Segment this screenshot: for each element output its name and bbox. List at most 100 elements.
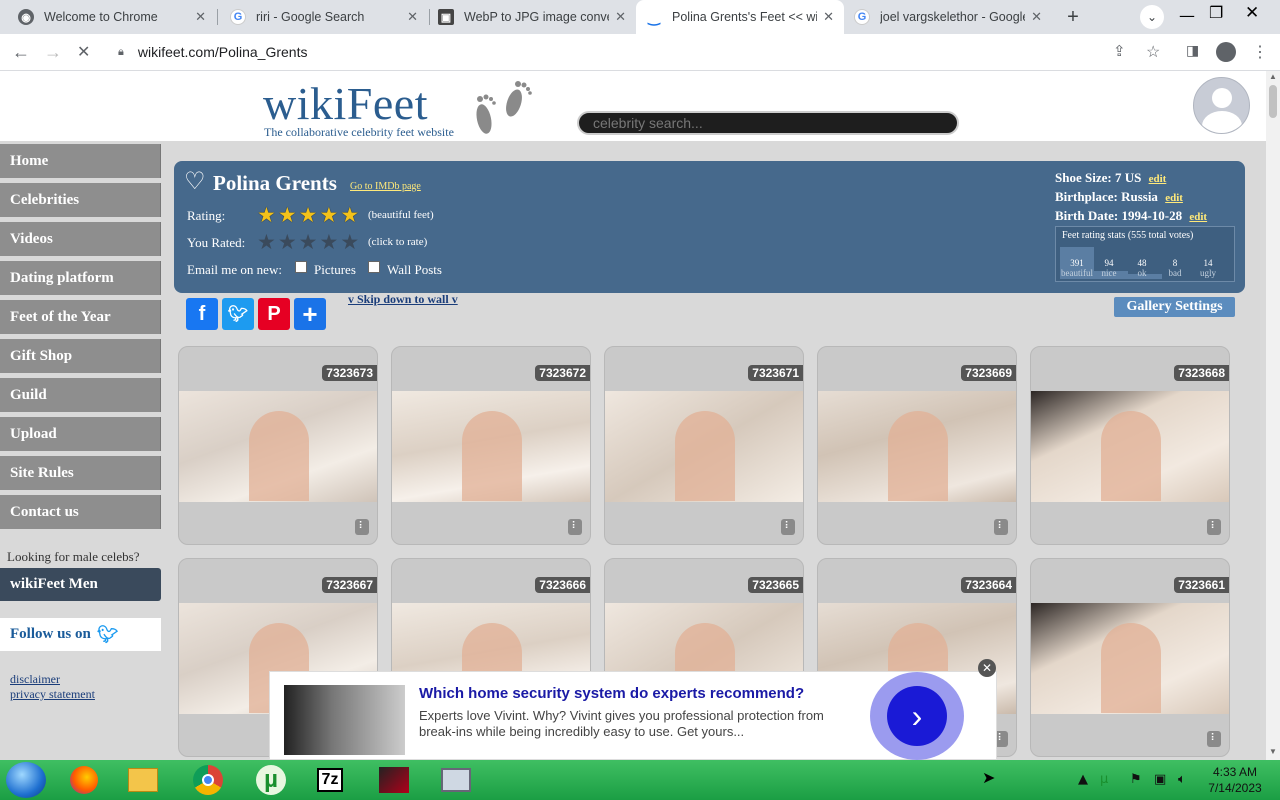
game-icon[interactable] (366, 762, 422, 798)
ad-banner[interactable]: Which home security system do experts re… (269, 671, 997, 760)
ad-body[interactable]: Experts love Vivint. Why? Vivint gives y… (419, 708, 839, 740)
scroll-up-arrow-icon[interactable]: ▲ (1269, 72, 1277, 81)
start-orb-icon[interactable] (6, 762, 46, 798)
url-field[interactable]: 🔒︎ wikifeet.com/Polina_Grents (110, 38, 1170, 66)
gallery-settings-button[interactable]: Gallery Settings (1114, 297, 1235, 317)
tab-webp-converter[interactable]: ▣ WebP to JPG image conver ✕ (428, 0, 636, 34)
close-tab-icon[interactable]: ✕ (195, 9, 206, 25)
photo-menu-icon[interactable]: ⠇ (994, 519, 1008, 535)
sidebar-item-home[interactable]: Home (0, 144, 161, 178)
twitter-icon[interactable]: 🐦︎ (222, 298, 254, 330)
menu-kebab-icon[interactable]: ⋮ (1252, 42, 1268, 62)
photo-card[interactable]: 7323671 ⠇ (604, 346, 804, 545)
7zip-icon[interactable]: 7z (302, 762, 358, 798)
bookmark-star-icon[interactable]: ☆ (1146, 42, 1160, 62)
disclaimer-link[interactable]: disclaimer (10, 672, 60, 687)
skip-to-wall-link[interactable]: v Skip down to wall v (348, 292, 458, 307)
sidebar-item-gift-shop[interactable]: Gift Shop (0, 339, 161, 373)
close-tab-icon[interactable]: ✕ (615, 9, 626, 25)
photo-menu-icon[interactable]: ⠇ (781, 519, 795, 535)
photo-card[interactable]: 7323668 ⠇ (1030, 346, 1230, 545)
tab-polina-grents[interactable]: ‿ Polina Grents's Feet << wi ✕ (636, 0, 844, 34)
page-scrollbar[interactable]: ▲ ▼ (1266, 71, 1280, 760)
tab-riri-search[interactable]: G riri - Google Search ✕ (220, 0, 428, 34)
empty-star-icon[interactable]: ★ (319, 232, 338, 253)
wikifeet-men-button[interactable]: wikiFeet Men (0, 568, 161, 601)
sidebar-item-upload[interactable]: Upload (0, 417, 161, 451)
user-rating-stars[interactable]: ★ ★ ★ ★ ★ (257, 232, 359, 253)
photo-card[interactable]: 7323672 ⠇ (391, 346, 591, 545)
show-hidden-icons-icon[interactable]: ▲ (1078, 772, 1088, 787)
sidebar-item-feet-of-year[interactable]: Feet of the Year (0, 300, 161, 334)
file-explorer-icon[interactable] (115, 762, 171, 798)
volume-icon[interactable]: 🔈︎ (1178, 772, 1186, 787)
action-center-flag-icon[interactable]: ⚑ (1130, 772, 1142, 787)
facebook-icon[interactable]: f (186, 298, 218, 330)
pictures-checkbox[interactable] (295, 261, 307, 273)
scrollbar-thumb[interactable] (1269, 85, 1277, 118)
user-avatar-icon[interactable] (1193, 77, 1250, 134)
tab-welcome-chrome[interactable]: ◉ Welcome to Chrome ✕ (8, 0, 216, 34)
photo-card[interactable]: 7323661 ⠇ (1030, 558, 1230, 757)
tab-joel-search[interactable]: G joel vargskelethor - Google ✕ (844, 0, 1052, 34)
sidebar-item-guild[interactable]: Guild (0, 378, 161, 412)
empty-star-icon[interactable]: ★ (278, 232, 297, 253)
photo-menu-icon[interactable]: ⠇ (355, 519, 369, 535)
edit-birthplace-link[interactable]: edit (1165, 192, 1183, 204)
network-icon[interactable]: ▣ (1154, 772, 1166, 787)
empty-star-icon[interactable]: ★ (257, 232, 276, 253)
close-tab-icon[interactable]: ✕ (823, 9, 834, 25)
wall-posts-checkbox[interactable] (368, 261, 380, 273)
ad-title[interactable]: Which home security system do experts re… (419, 685, 804, 702)
favorite-heart-icon[interactable]: ♡ (184, 167, 206, 196)
sidebar-item-videos[interactable]: Videos (0, 222, 161, 256)
feet-photo-thumbnail[interactable] (605, 391, 803, 502)
sidebar-item-contact[interactable]: Contact us (0, 495, 161, 529)
imdb-link[interactable]: Go to IMDb page (350, 181, 421, 192)
stop-loading-icon[interactable]: ✕ (77, 42, 90, 62)
tab-search-button[interactable]: ⌄ (1140, 5, 1164, 29)
sidebar-item-celebrities[interactable]: Celebrities (0, 183, 161, 217)
sidebar-item-site-rules[interactable]: Site Rules (0, 456, 161, 490)
close-tab-icon[interactable]: ✕ (1031, 9, 1042, 25)
site-logo[interactable]: wikiFeet (263, 77, 428, 130)
feet-photo-thumbnail[interactable] (179, 391, 377, 502)
photo-menu-icon[interactable]: ⠇ (568, 519, 582, 535)
photo-card[interactable]: 7323673 ⠇ (178, 346, 378, 545)
feet-photo-thumbnail[interactable] (392, 391, 590, 502)
edit-shoe-size-link[interactable]: edit (1149, 173, 1167, 185)
ad-image[interactable] (284, 685, 405, 755)
empty-star-icon[interactable]: ★ (299, 232, 318, 253)
edit-birth-date-link[interactable]: edit (1189, 211, 1207, 223)
firefox-icon[interactable] (56, 762, 112, 798)
restore-button[interactable]: ❐ (1209, 3, 1223, 22)
new-tab-button[interactable]: + (1061, 5, 1085, 29)
ad-arrow-icon[interactable]: › (887, 686, 947, 746)
privacy-link[interactable]: privacy statement (10, 687, 95, 702)
empty-star-icon[interactable]: ★ (340, 232, 359, 253)
photo-card[interactable]: 7323669 ⠇ (817, 346, 1017, 545)
sidebar-item-dating[interactable]: Dating platform (0, 261, 161, 295)
share-icon[interactable]: + (294, 298, 326, 330)
photo-menu-icon[interactable]: ⠇ (1207, 731, 1221, 747)
feet-photo-thumbnail[interactable] (1031, 391, 1229, 502)
share-page-icon[interactable]: ⇪ (1113, 42, 1126, 60)
utorrent-tray-icon[interactable]: µ (1100, 772, 1108, 787)
system-clock[interactable]: 4:33 AM 7/14/2023 (1200, 764, 1270, 796)
ad-cta-ring[interactable]: › (870, 672, 964, 760)
forward-arrow-icon[interactable]: → (44, 42, 62, 63)
ad-close-icon[interactable]: ✕ (978, 659, 996, 677)
profile-icon[interactable] (1216, 42, 1236, 62)
chrome-icon[interactable] (180, 762, 236, 798)
utorrent-icon[interactable]: µ (243, 762, 299, 798)
feet-photo-thumbnail[interactable] (818, 391, 1016, 502)
feet-photo-thumbnail[interactable] (1031, 603, 1229, 714)
photo-menu-icon[interactable]: ⠇ (1207, 519, 1221, 535)
close-window-button[interactable]: ✕ (1245, 3, 1259, 23)
follow-twitter-button[interactable]: Follow us on 🐦︎ (0, 618, 161, 651)
back-arrow-icon[interactable]: ← (12, 42, 30, 63)
side-panel-icon[interactable]: ◨ (1186, 42, 1199, 59)
pinterest-icon[interactable]: P (258, 298, 290, 330)
celebrity-search-input[interactable]: celebrity search... (577, 111, 959, 135)
scroll-down-arrow-icon[interactable]: ▼ (1269, 747, 1277, 756)
